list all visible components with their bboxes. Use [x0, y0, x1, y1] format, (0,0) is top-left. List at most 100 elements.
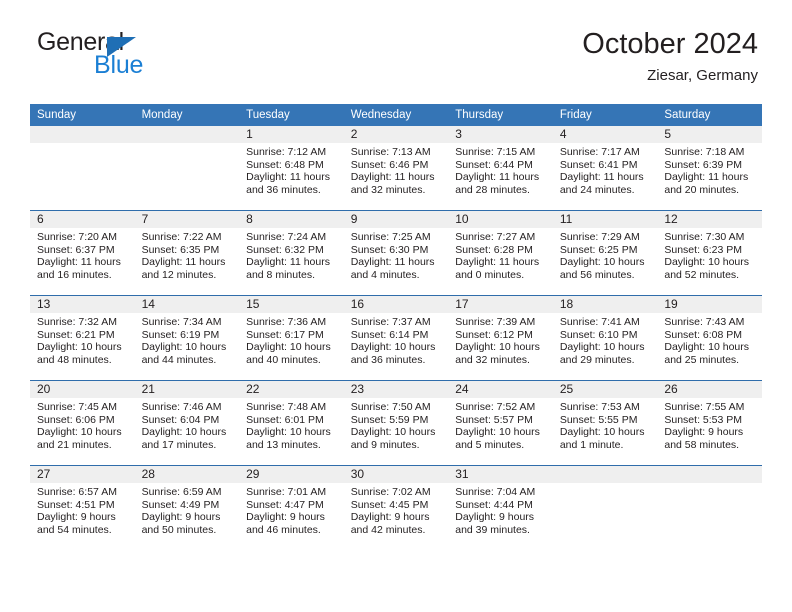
day-number: 8 [239, 211, 344, 228]
calendar-day-cell[interactable]: 30 Sunrise: 7:02 AM Sunset: 4:45 PM Dayligh… [343, 466, 449, 550]
daylight-text: Daylight: 10 hours and 48 minutes. [37, 341, 122, 366]
sunset-text: Sunset: 6:10 PM [559, 328, 638, 341]
calendar-day-cell[interactable]: 18 Sunrise: 7:41 AM Sunset: 6:10 PM Dayligh… [552, 296, 658, 380]
calendar-day-cell[interactable]: 28 Sunrise: 6:59 AM Sunset: 4:49 PM Dayligh… [134, 466, 240, 550]
sunrise-text: Sunrise: 7:01 AM [246, 486, 327, 498]
title-block: October 2024 Ziesar, Germany [582, 28, 758, 85]
day-details: Sunrise: 7:52 AM Sunset: 5:57 PM Daylight:… [448, 398, 553, 451]
sunrise-text: Sunrise: 7:41 AM [559, 316, 640, 328]
day-number: 16 [343, 296, 449, 313]
daylight-text: Daylight: 10 hours and 1 minute. [559, 426, 645, 451]
calendar-day-cell[interactable]: 25 Sunrise: 7:53 AM Sunset: 5:55 PM Dayligh… [552, 381, 658, 465]
calendar-day-cell[interactable]: 1 Sunrise: 7:12 AM Sunset: 6:48 PM Daylight… [239, 126, 344, 210]
daylight-text: Daylight: 11 hours and 24 minutes. [559, 171, 644, 196]
daylight-text: Daylight: 10 hours and 44 minutes. [141, 341, 227, 366]
calendar-day-cell[interactable]: 27 Sunrise: 6:57 AM Sunset: 4:51 PM Dayligh… [30, 466, 135, 550]
page-subtitle: Ziesar, Germany [647, 67, 758, 85]
sunrise-text: Sunrise: 6:57 AM [37, 486, 117, 498]
day-number: 9 [343, 211, 449, 228]
sunset-text: Sunset: 6:28 PM [455, 243, 533, 256]
day-details: Sunrise: 7:27 AM Sunset: 6:28 PM Daylight:… [448, 228, 553, 281]
daylight-text: Daylight: 11 hours and 36 minutes. [246, 171, 330, 196]
day-number: 15 [239, 296, 344, 313]
page-title: October 2024 [582, 28, 758, 60]
calendar-day-cell[interactable]: 23 Sunrise: 7:50 AM Sunset: 5:59 PM Dayligh… [343, 381, 449, 465]
sunset-text: Sunset: 5:53 PM [664, 413, 743, 426]
calendar-week-row: 1 Sunrise: 7:12 AM Sunset: 6:48 PM Daylight… [30, 126, 762, 211]
sunrise-text: Sunrise: 7:18 AM [664, 146, 745, 158]
day-details: Sunrise: 7:37 AM Sunset: 6:14 PM Daylight:… [344, 313, 449, 366]
day-details: Sunrise: 7:17 AM Sunset: 6:41 PM Daylight:… [553, 143, 658, 196]
calendar-day-cell[interactable]: 6 Sunrise: 7:20 AM Sunset: 6:37 PM Daylight… [30, 211, 135, 295]
sunrise-text: Sunrise: 7:48 AM [246, 401, 327, 413]
calendar-day-cell[interactable]: 17 Sunrise: 7:39 AM Sunset: 6:12 PM Dayligh… [448, 296, 553, 380]
calendar-day-cell[interactable]: 5 Sunrise: 7:18 AM Sunset: 6:39 PM Daylight… [657, 126, 762, 210]
calendar-day-cell[interactable]: 15 Sunrise: 7:36 AM Sunset: 6:17 PM Dayligh… [239, 296, 344, 380]
calendar-day-cell[interactable]: 26 Sunrise: 7:55 AM Sunset: 5:53 PM Dayligh… [657, 381, 762, 465]
day-number: 25 [552, 381, 658, 398]
calendar-day-cell[interactable]: 2 Sunrise: 7:13 AM Sunset: 6:46 PM Daylight… [343, 126, 449, 210]
calendar-day-cell[interactable]: 10 Sunrise: 7:27 AM Sunset: 6:28 PM Dayligh… [448, 211, 553, 295]
sunset-text: Sunset: 6:44 PM [455, 158, 533, 171]
daylight-text: Daylight: 10 hours and 36 minutes. [350, 341, 436, 366]
calendar-page: General Blue October 2024 Ziesar, German… [0, 0, 792, 612]
calendar-day-cell[interactable]: 20 Sunrise: 7:45 AM Sunset: 6:06 PM Dayligh… [30, 381, 135, 465]
daylight-text: Daylight: 11 hours and 16 minutes. [37, 256, 121, 281]
daylight-text: Daylight: 10 hours and 32 minutes. [455, 341, 540, 366]
calendar-day-cell[interactable]: 16 Sunrise: 7:37 AM Sunset: 6:14 PM Dayligh… [343, 296, 449, 380]
day-number: 2 [343, 126, 449, 143]
sunset-text: Sunset: 6:46 PM [350, 158, 429, 171]
calendar-week-row: 6 Sunrise: 7:20 AM Sunset: 6:37 PM Daylight… [30, 210, 762, 296]
sunset-text: Sunset: 6:14 PM [350, 328, 429, 341]
day-number [30, 126, 135, 143]
day-number: 21 [134, 381, 240, 398]
sunset-text: Sunset: 6:06 PM [37, 413, 115, 426]
daylight-text: Daylight: 11 hours and 12 minutes. [141, 256, 226, 281]
daylight-text: Daylight: 9 hours and 54 minutes. [37, 511, 116, 536]
calendar-body: 1 Sunrise: 7:12 AM Sunset: 6:48 PM Daylight… [30, 126, 762, 550]
calendar-day-cell[interactable]: 14 Sunrise: 7:34 AM Sunset: 6:19 PM Dayligh… [134, 296, 240, 380]
calendar-day-cell[interactable]: 9 Sunrise: 7:25 AM Sunset: 6:30 PM Daylight… [343, 211, 449, 295]
calendar-day-cell[interactable]: 12 Sunrise: 7:30 AM Sunset: 6:23 PM Dayligh… [657, 211, 762, 295]
day-number: 7 [134, 211, 240, 228]
sunset-text: Sunset: 6:01 PM [246, 413, 324, 426]
calendar-day-cell[interactable]: 21 Sunrise: 7:46 AM Sunset: 6:04 PM Dayligh… [134, 381, 240, 465]
calendar-day-cell[interactable]: 8 Sunrise: 7:24 AM Sunset: 6:32 PM Daylight… [239, 211, 344, 295]
calendar-day-cell[interactable]: 19 Sunrise: 7:43 AM Sunset: 6:08 PM Dayligh… [657, 296, 762, 380]
sunset-text: Sunset: 4:44 PM [455, 498, 533, 511]
weekday-header-monday: Monday [134, 104, 240, 126]
day-number: 19 [657, 296, 762, 313]
calendar-day-cell[interactable]: 3 Sunrise: 7:15 AM Sunset: 6:44 PM Daylight… [448, 126, 553, 210]
sunrise-text: Sunrise: 7:29 AM [559, 231, 640, 243]
sunrise-text: Sunrise: 7:36 AM [246, 316, 327, 328]
day-details: Sunrise: 7:25 AM Sunset: 6:30 PM Daylight:… [344, 228, 449, 281]
day-number: 5 [657, 126, 762, 143]
weekday-header-tuesday: Tuesday [239, 104, 344, 126]
brand-logo[interactable]: General Blue [34, 28, 294, 94]
calendar-day-cell[interactable]: 22 Sunrise: 7:48 AM Sunset: 6:01 PM Dayligh… [239, 381, 344, 465]
sunrise-text: Sunrise: 7:55 AM [664, 401, 745, 413]
calendar-day-cell[interactable]: 24 Sunrise: 7:52 AM Sunset: 5:57 PM Dayligh… [448, 381, 553, 465]
day-number: 10 [448, 211, 553, 228]
calendar-day-cell[interactable]: 7 Sunrise: 7:22 AM Sunset: 6:35 PM Daylight… [134, 211, 240, 295]
day-details: Sunrise: 7:13 AM Sunset: 6:46 PM Daylight:… [344, 143, 449, 196]
day-details: Sunrise: 7:12 AM Sunset: 6:48 PM Daylight:… [239, 143, 344, 196]
day-details: Sunrise: 7:04 AM Sunset: 4:44 PM Daylight:… [448, 483, 553, 536]
calendar-day-cell[interactable]: 4 Sunrise: 7:17 AM Sunset: 6:41 PM Daylight… [552, 126, 658, 210]
calendar-day-cell[interactable]: 11 Sunrise: 7:29 AM Sunset: 6:25 PM Dayligh… [552, 211, 658, 295]
calendar-day-cell[interactable]: 13 Sunrise: 7:32 AM Sunset: 6:21 PM Dayligh… [30, 296, 135, 380]
sunset-text: Sunset: 6:32 PM [246, 243, 324, 256]
daylight-text: Daylight: 11 hours and 32 minutes. [350, 171, 435, 196]
brand-name-bottom: Blue [94, 51, 144, 79]
day-details: Sunrise: 7:01 AM Sunset: 4:47 PM Daylight:… [239, 483, 344, 536]
day-number: 28 [134, 466, 240, 483]
day-number: 11 [552, 211, 658, 228]
sunrise-text: Sunrise: 7:13 AM [350, 146, 431, 158]
sunset-text: Sunset: 6:08 PM [664, 328, 743, 341]
calendar-day-cell[interactable]: 29 Sunrise: 7:01 AM Sunset: 4:47 PM Dayligh… [239, 466, 344, 550]
calendar-day-cell[interactable]: 31 Sunrise: 7:04 AM Sunset: 4:44 PM Dayligh… [448, 466, 553, 550]
sunset-text: Sunset: 6:21 PM [37, 328, 115, 341]
calendar-day-cell-empty [134, 126, 240, 210]
sunrise-text: Sunrise: 7:02 AM [350, 486, 431, 498]
sunset-text: Sunset: 6:35 PM [141, 243, 220, 256]
